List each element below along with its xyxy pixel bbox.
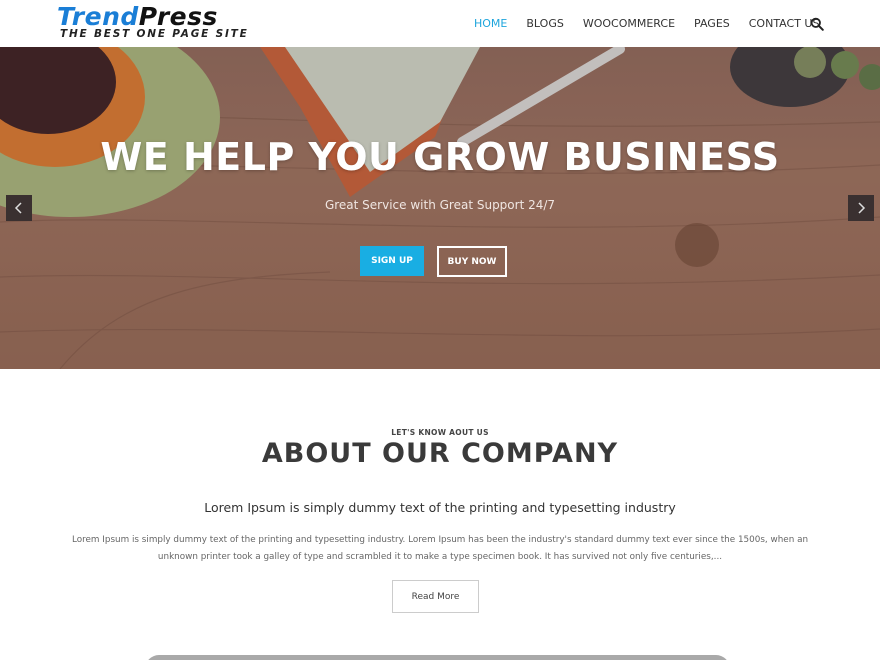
hero-title: WE HELP YOU GROW BUSINESS xyxy=(100,135,780,179)
about-body-text: Lorem Ipsum is simply dummy text of the … xyxy=(71,535,809,562)
main-nav: HOME BLOGS WOOCOMMERCE PAGES CONTACT US xyxy=(474,0,838,47)
search-icon[interactable] xyxy=(810,16,824,31)
nav-item-contact-us[interactable]: CONTACT US xyxy=(749,17,820,30)
hero-subtitle: Great Service with Great Support 24/7 xyxy=(324,198,556,212)
nav-item-blogs[interactable]: BLOGS xyxy=(526,17,563,30)
logo-tagline: The Best One Page Site xyxy=(60,28,249,40)
sign-up-button[interactable]: SIGN UP xyxy=(360,246,424,276)
read-more-button[interactable]: Read More xyxy=(392,580,479,613)
about-lead: Lorem Ipsum is simply dummy text of the … xyxy=(204,500,676,515)
chevron-left-icon xyxy=(14,202,22,214)
slider-prev-button[interactable] xyxy=(6,195,32,221)
slider-next-button[interactable] xyxy=(848,195,874,221)
hero-slider: WE HELP YOU GROW BUSINESS Great Service … xyxy=(0,47,880,369)
about-title: ABOUT OUR COMPANY xyxy=(261,438,619,469)
nav-item-home[interactable]: HOME xyxy=(474,17,507,30)
site-header: TrendPress The Best One Page Site HOME B… xyxy=(0,0,880,47)
about-kicker: LET'S KNOW AOUT US xyxy=(391,428,489,437)
chevron-right-icon xyxy=(858,202,866,214)
site-logo[interactable]: TrendPress The Best One Page Site xyxy=(57,3,267,42)
logo-part-press: Press xyxy=(138,2,218,31)
next-section-peek xyxy=(145,655,730,660)
nav-item-woocommerce[interactable]: WOOCOMMERCE xyxy=(583,17,675,30)
nav-item-pages[interactable]: PAGES xyxy=(694,17,730,30)
buy-now-button[interactable]: BUY NOW xyxy=(437,246,507,277)
logo-wordmark: TrendPress xyxy=(57,3,218,31)
logo-part-trend: Trend xyxy=(57,2,139,31)
